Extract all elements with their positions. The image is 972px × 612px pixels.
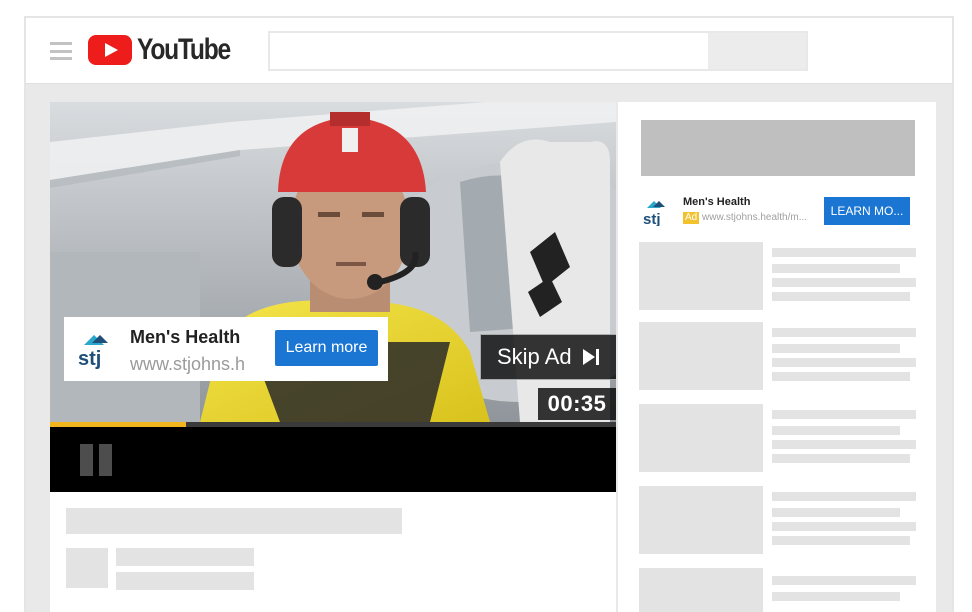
suggested-line [772, 410, 916, 419]
suggested-line [772, 292, 910, 301]
suggested-line [772, 592, 900, 601]
youtube-logo[interactable]: YouTube [88, 33, 250, 67]
suggested-line [772, 264, 900, 273]
suggested-thumbnail[interactable] [639, 404, 763, 472]
video-player[interactable]: stj Men's Health www.stjohns.h Learn mor… [50, 102, 616, 422]
suggested-thumbnail[interactable] [639, 242, 763, 310]
suggested-line [772, 248, 916, 257]
suggested-line [772, 328, 916, 337]
player-controls [50, 422, 616, 492]
pause-icon[interactable] [80, 444, 112, 476]
header: YouTube [26, 18, 952, 84]
channel-meta-placeholder [116, 572, 254, 590]
suggested-line [772, 426, 900, 435]
skip-ad-label: Skip Ad [497, 344, 572, 369]
suggested-line [772, 278, 916, 287]
svg-text:stj: stj [643, 211, 661, 226]
skip-icon [582, 349, 599, 365]
stj-logo-icon: stj [78, 335, 108, 369]
suggested-line [772, 454, 910, 463]
ad-overlay[interactable]: stj Men's Health www.stjohns.h Learn mor… [64, 317, 388, 381]
channel-avatar-placeholder [66, 548, 108, 588]
suggested-line [772, 536, 910, 545]
skip-ad-button[interactable]: Skip Ad [480, 334, 616, 380]
suggested-line [772, 358, 916, 367]
progress-bar[interactable] [50, 422, 616, 427]
youtube-play-icon [88, 35, 132, 65]
sidebar: stj Men's Health Ad www.stjohns.health/m… [618, 102, 936, 612]
suggested-thumbnail[interactable] [639, 568, 763, 612]
suggested-line [772, 440, 916, 449]
browser-frame: YouTube stj Men's Health www.stjohns.h L… [24, 16, 954, 612]
companion-advertiser: Men's Health [683, 196, 751, 208]
companion-url[interactable]: www.stjohns.health/m... [702, 212, 820, 224]
suggested-thumbnail[interactable] [639, 486, 763, 554]
companion-banner-placeholder[interactable] [641, 120, 915, 176]
suggested-line [772, 508, 900, 517]
suggested-line [772, 522, 916, 531]
menu-icon[interactable] [50, 42, 72, 60]
search-input[interactable] [268, 31, 808, 71]
suggested-line [772, 344, 900, 353]
channel-name-placeholder [116, 548, 254, 566]
learn-more-button[interactable]: Learn more [275, 330, 378, 366]
logo-text: YouTube [137, 33, 231, 66]
progress-fill [50, 422, 186, 427]
suggested-line [772, 576, 916, 585]
suggested-line [772, 372, 910, 381]
companion-learn-more-button[interactable]: LEARN MO... [824, 197, 910, 225]
ad-badge: Ad [683, 212, 700, 224]
search-button[interactable] [708, 33, 806, 69]
watch-panel: stj Men's Health www.stjohns.h Learn mor… [50, 102, 616, 612]
ad-url[interactable]: www.stjohns.h [130, 354, 262, 375]
ad-countdown: 00:35 [538, 388, 616, 420]
title-placeholder [66, 508, 402, 534]
ad-advertiser: Men's Health [130, 327, 241, 347]
suggested-thumbnail[interactable] [639, 322, 763, 390]
stj-logo-icon: stj [643, 201, 665, 226]
svg-text:stj: stj [78, 348, 101, 369]
suggested-line [772, 492, 916, 501]
